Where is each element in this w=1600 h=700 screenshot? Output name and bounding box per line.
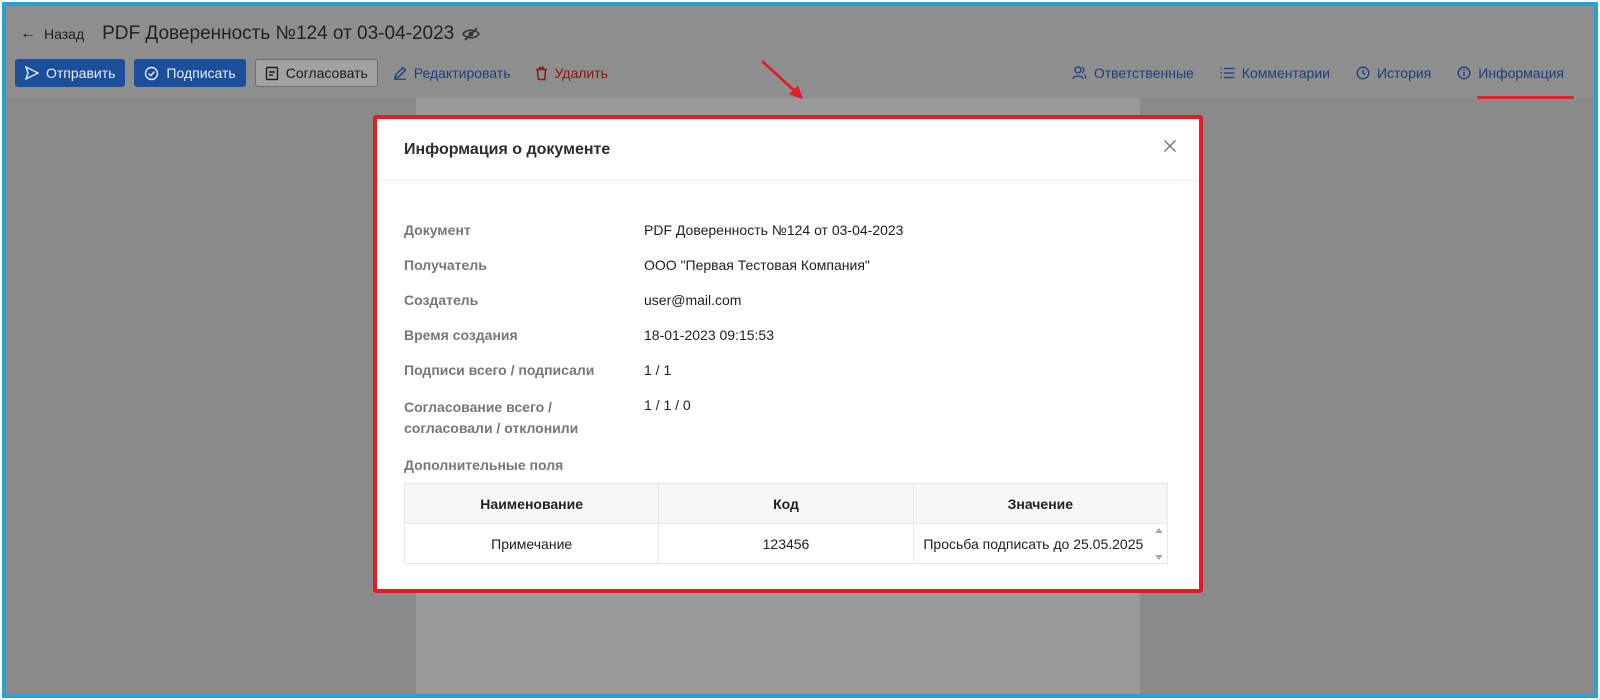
tab-responsible-label: Ответственные bbox=[1093, 65, 1194, 81]
back-label: Назад bbox=[44, 26, 85, 42]
delete-button[interactable]: Удалить bbox=[529, 59, 614, 87]
page-title: PDF Доверенность №124 от 03-04-2023 bbox=[102, 23, 455, 44]
info-value: 1 / 1 bbox=[644, 362, 672, 378]
tab-history-label: История bbox=[1376, 65, 1432, 81]
table-header-row: Наименование Код Значение bbox=[403, 483, 1169, 524]
info-value: ООО "Первая Тестовая Компания" bbox=[644, 257, 870, 273]
info-label: Время создания bbox=[404, 327, 518, 343]
toolbar: Отправить Подписать Согласовать Редактир… bbox=[15, 59, 623, 87]
delete-label: Удалить bbox=[554, 65, 608, 81]
caret-down-icon bbox=[1155, 555, 1163, 560]
right-nav: Ответственные Комментарии История Информ… bbox=[1046, 59, 1574, 99]
tab-responsible[interactable]: Ответственные bbox=[1072, 65, 1194, 81]
arrow-left-icon: ← bbox=[20, 25, 36, 42]
info-list: Документ PDF Доверенность №124 от 03-04-… bbox=[404, 222, 1174, 473]
edit-label: Редактировать bbox=[413, 65, 511, 81]
modal-title: Информация о документе bbox=[404, 141, 611, 158]
caret-up-icon bbox=[1155, 528, 1163, 533]
info-value: 18-01-2023 09:15:53 bbox=[644, 327, 774, 343]
list-icon bbox=[1220, 67, 1235, 79]
approve-label: Согласовать bbox=[285, 65, 368, 81]
info-label: Создатель bbox=[404, 292, 479, 308]
info-value: PDF Доверенность №124 от 03-04-2023 bbox=[644, 222, 904, 238]
check-circle-icon bbox=[145, 66, 159, 80]
close-icon[interactable] bbox=[1163, 139, 1177, 158]
eye-off-icon[interactable] bbox=[462, 26, 481, 42]
table-row: Примечание 123456 Просьба подписать до 2… bbox=[403, 523, 1169, 564]
document-info-modal: Информация о документе Документ PDF Дове… bbox=[373, 115, 1203, 593]
tab-information-label: Информация bbox=[1478, 65, 1564, 81]
sign-label: Подписать bbox=[166, 65, 236, 81]
clipboard-check-icon bbox=[265, 66, 278, 80]
column-header: Значение bbox=[912, 483, 1169, 524]
info-value: user@mail.com bbox=[644, 292, 742, 308]
table-cell: 123456 bbox=[658, 523, 914, 564]
column-header: Код bbox=[658, 483, 914, 524]
tab-information[interactable]: Информация bbox=[1457, 65, 1574, 99]
scrollbar[interactable] bbox=[1153, 528, 1165, 560]
send-icon bbox=[25, 66, 39, 80]
send-label: Отправить bbox=[46, 65, 116, 81]
users-icon bbox=[1072, 66, 1087, 80]
send-button[interactable]: Отправить bbox=[15, 59, 126, 87]
modal-header: Информация о документе bbox=[377, 119, 1199, 181]
app-window: ← Назад PDF Доверенность №124 от 03-04-2… bbox=[2, 2, 1598, 698]
tab-history[interactable]: История bbox=[1356, 65, 1431, 81]
info-icon bbox=[1457, 66, 1471, 80]
back-button[interactable]: ← Назад bbox=[20, 25, 84, 43]
annotation-arrow-icon bbox=[761, 60, 803, 99]
info-label: Согласование всего / согласовали / откло… bbox=[404, 399, 579, 436]
info-value: 1 / 1 / 0 bbox=[644, 397, 691, 413]
pencil-icon bbox=[393, 66, 407, 80]
info-row-created-at: Время создания 18-01-2023 09:15:53 bbox=[404, 327, 1174, 344]
extra-fields-label: Дополнительные поля bbox=[404, 457, 564, 473]
tab-comments[interactable]: Комментарии bbox=[1220, 65, 1330, 81]
approve-button[interactable]: Согласовать bbox=[254, 59, 378, 87]
column-header: Наименование bbox=[403, 483, 660, 524]
info-row-approvals: Согласование всего / согласовали / откло… bbox=[404, 397, 1174, 439]
info-row-signatures: Подписи всего / подписали 1 / 1 bbox=[404, 362, 1174, 379]
table-cell: Примечание bbox=[403, 523, 660, 564]
info-row-recipient: Получатель ООО "Первая Тестовая Компания… bbox=[404, 257, 1174, 274]
tab-comments-label: Комментарии bbox=[1241, 65, 1330, 81]
table-cell-with-scroll: Просьба подписать до 25.05.2025 bbox=[912, 523, 1169, 564]
history-icon bbox=[1356, 66, 1370, 80]
info-row-document: Документ PDF Доверенность №124 от 03-04-… bbox=[404, 222, 1174, 239]
extra-fields-table: Наименование Код Значение Примечание 123… bbox=[403, 483, 1169, 564]
table-cell: Просьба подписать до 25.05.2025 bbox=[923, 535, 1144, 552]
sign-button[interactable]: Подписать bbox=[134, 59, 246, 87]
info-label: Подписи всего / подписали bbox=[404, 362, 595, 378]
trash-icon bbox=[535, 66, 547, 80]
title-row: ← Назад PDF Доверенность №124 от 03-04-2… bbox=[20, 20, 481, 48]
info-label: Документ bbox=[404, 222, 471, 238]
info-label: Получатель bbox=[404, 257, 487, 273]
edit-button[interactable]: Редактировать bbox=[387, 59, 517, 87]
info-row-creator: Создатель user@mail.com bbox=[404, 292, 1174, 309]
